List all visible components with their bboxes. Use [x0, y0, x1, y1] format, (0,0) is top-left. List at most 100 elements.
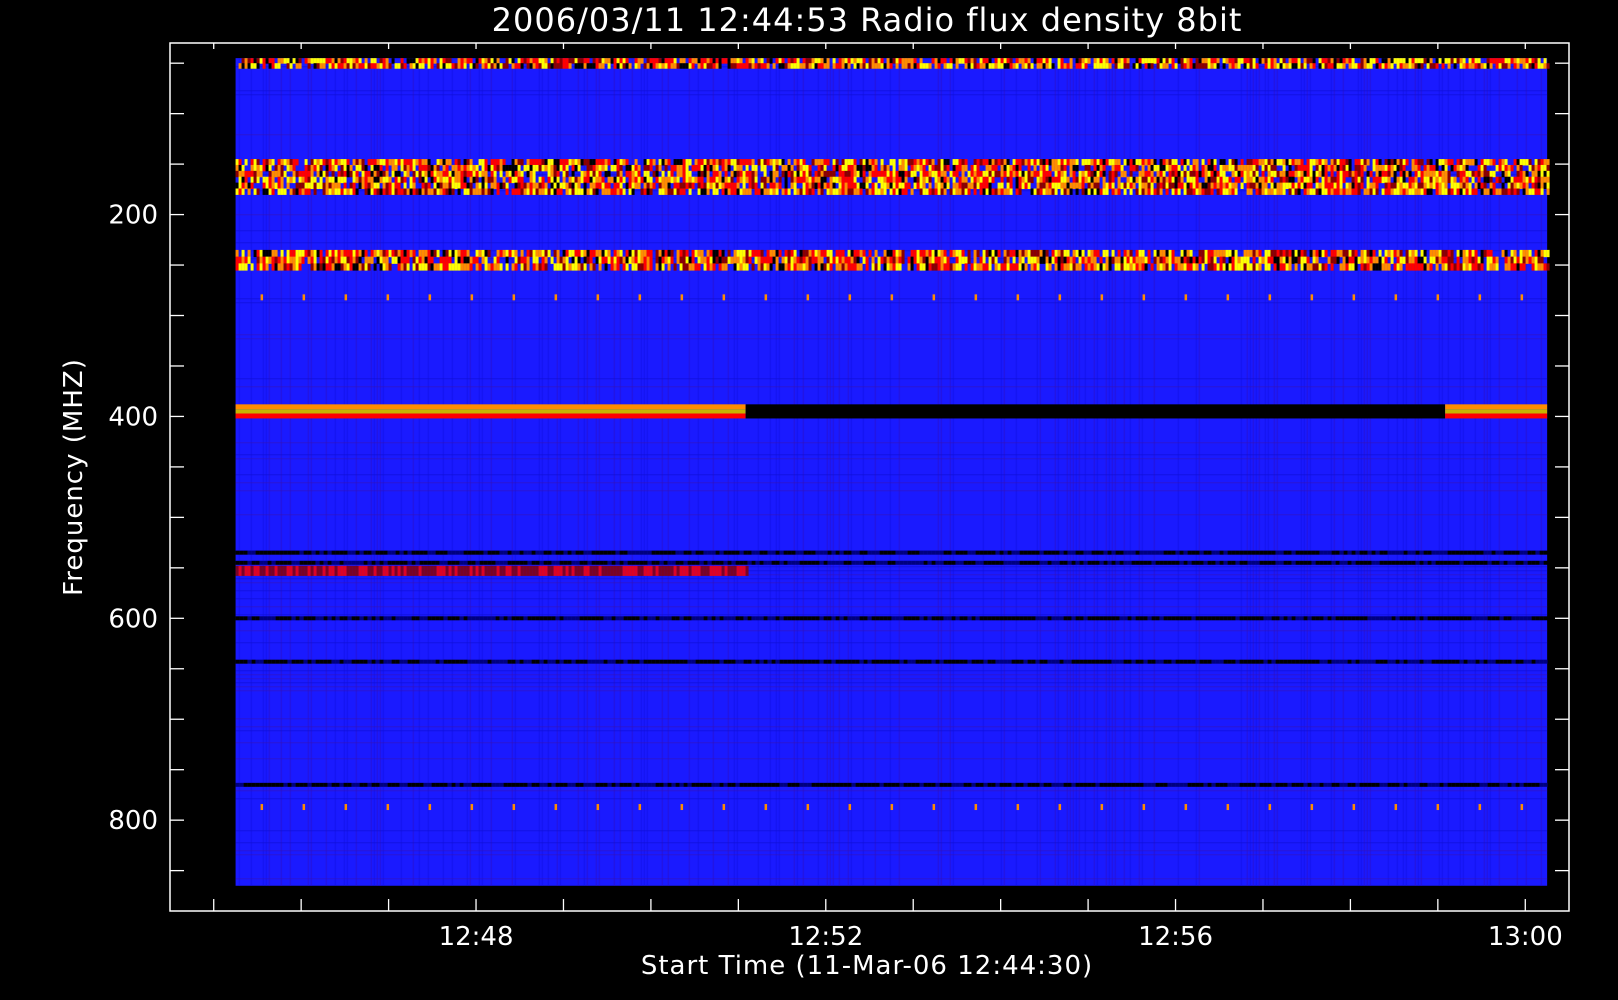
band-cell: [277, 170, 281, 178]
dark-line-cell: [1295, 550, 1300, 555]
band-cell: [304, 176, 308, 184]
band-cell: [1540, 188, 1544, 195]
band-cell: [1153, 249, 1157, 258]
band-cell: [1126, 63, 1130, 69]
band-cell: [1234, 263, 1238, 271]
band-cell: [1000, 63, 1004, 69]
band-cell: [1111, 170, 1115, 178]
band-cell: [814, 182, 818, 190]
dark-line-cell: [1415, 560, 1420, 565]
band-cell: [364, 188, 368, 195]
dark-line-cell: [831, 560, 836, 565]
band-cell: [1222, 58, 1226, 64]
band-cell: [1207, 58, 1211, 64]
band-cell: [454, 176, 458, 184]
band-cell: [760, 63, 764, 69]
band-cell: [1405, 263, 1409, 271]
dark-line-cell: [1471, 550, 1476, 555]
band-cell: [577, 58, 581, 64]
band-cell: [1429, 63, 1433, 69]
band-cell: [340, 63, 344, 69]
dark-line-cell: [987, 560, 992, 565]
band-cell: [817, 159, 821, 166]
band-cell: [946, 182, 950, 190]
band-cell: [1030, 249, 1034, 258]
band-cell: [1333, 182, 1337, 190]
dark-line-cell: [391, 550, 396, 555]
dark-line-cell: [383, 616, 388, 621]
band-cell: [940, 170, 944, 178]
band-cell: [1207, 164, 1211, 172]
band-cell: [733, 263, 737, 271]
band-cell: [952, 159, 956, 166]
band-cell: [1342, 176, 1346, 184]
band-cell: [373, 188, 377, 195]
band-cell: [919, 188, 923, 195]
band-cell: [1486, 176, 1490, 184]
dark-line-cell: [1075, 560, 1080, 565]
dark-line-cell: [859, 550, 864, 555]
band-cell: [1336, 58, 1340, 64]
band-cell: [268, 188, 272, 195]
band-cell: [685, 164, 689, 172]
band-cell: [400, 58, 404, 64]
band-cell: [1330, 249, 1334, 258]
band-cell: [1171, 170, 1175, 178]
band-cell: [1207, 176, 1211, 184]
band-cell: [1405, 182, 1409, 190]
band-cell: [1117, 58, 1121, 64]
dark-line-cell: [427, 560, 432, 565]
band-cell: [1513, 63, 1517, 69]
band-cell: [1342, 249, 1346, 258]
dark-line-cell: [791, 560, 796, 565]
band-cell: [1153, 256, 1157, 264]
dark-line-cell: [899, 560, 904, 565]
dark-line-cell: [1175, 550, 1180, 555]
band-cell: [235, 164, 239, 172]
dark-line-cell: [483, 560, 488, 565]
band-cell: [1012, 256, 1016, 264]
band-cell: [1369, 188, 1373, 195]
texture-line: [235, 758, 1548, 760]
band-cell: [286, 263, 290, 271]
band-cell: [634, 58, 638, 64]
band-cell: [274, 182, 278, 190]
band-cell: [1519, 182, 1523, 190]
band-cell: [526, 58, 530, 64]
band-cell: [838, 256, 842, 264]
band-cell: [1183, 256, 1187, 264]
band-cell: [334, 63, 338, 69]
band-cell: [745, 58, 749, 64]
band-cell: [1474, 63, 1478, 69]
band-cell: [1024, 263, 1028, 271]
band-cell: [625, 182, 629, 190]
band-cell: [388, 263, 392, 271]
band-cell: [976, 249, 980, 258]
band-cell: [1333, 256, 1337, 264]
band-cell: [529, 164, 533, 172]
band-cell: [1144, 182, 1148, 190]
band-cell: [1009, 58, 1013, 64]
band-cell: [955, 263, 959, 271]
band-cell: [817, 176, 821, 184]
band-cell: [1105, 256, 1109, 264]
band-cell: [844, 256, 848, 264]
band-cell: [1450, 188, 1454, 195]
band-cell: [475, 182, 479, 190]
band-cell: [436, 176, 440, 184]
band-cell: [415, 58, 419, 64]
band-cell: [1180, 263, 1184, 271]
band-cell: [724, 176, 728, 184]
band-cell: [982, 176, 986, 184]
band-cell: [637, 176, 641, 184]
dark-line-cell: [1203, 550, 1208, 555]
band-cell: [658, 58, 662, 64]
band-cell: [706, 263, 710, 271]
band-cell: [466, 58, 470, 64]
band-cell: [1198, 170, 1202, 178]
band-cell: [262, 164, 266, 172]
band-cell: [1369, 58, 1373, 64]
band-cell: [1390, 256, 1394, 264]
band-cell: [730, 176, 734, 184]
band-cell: [1243, 256, 1247, 264]
